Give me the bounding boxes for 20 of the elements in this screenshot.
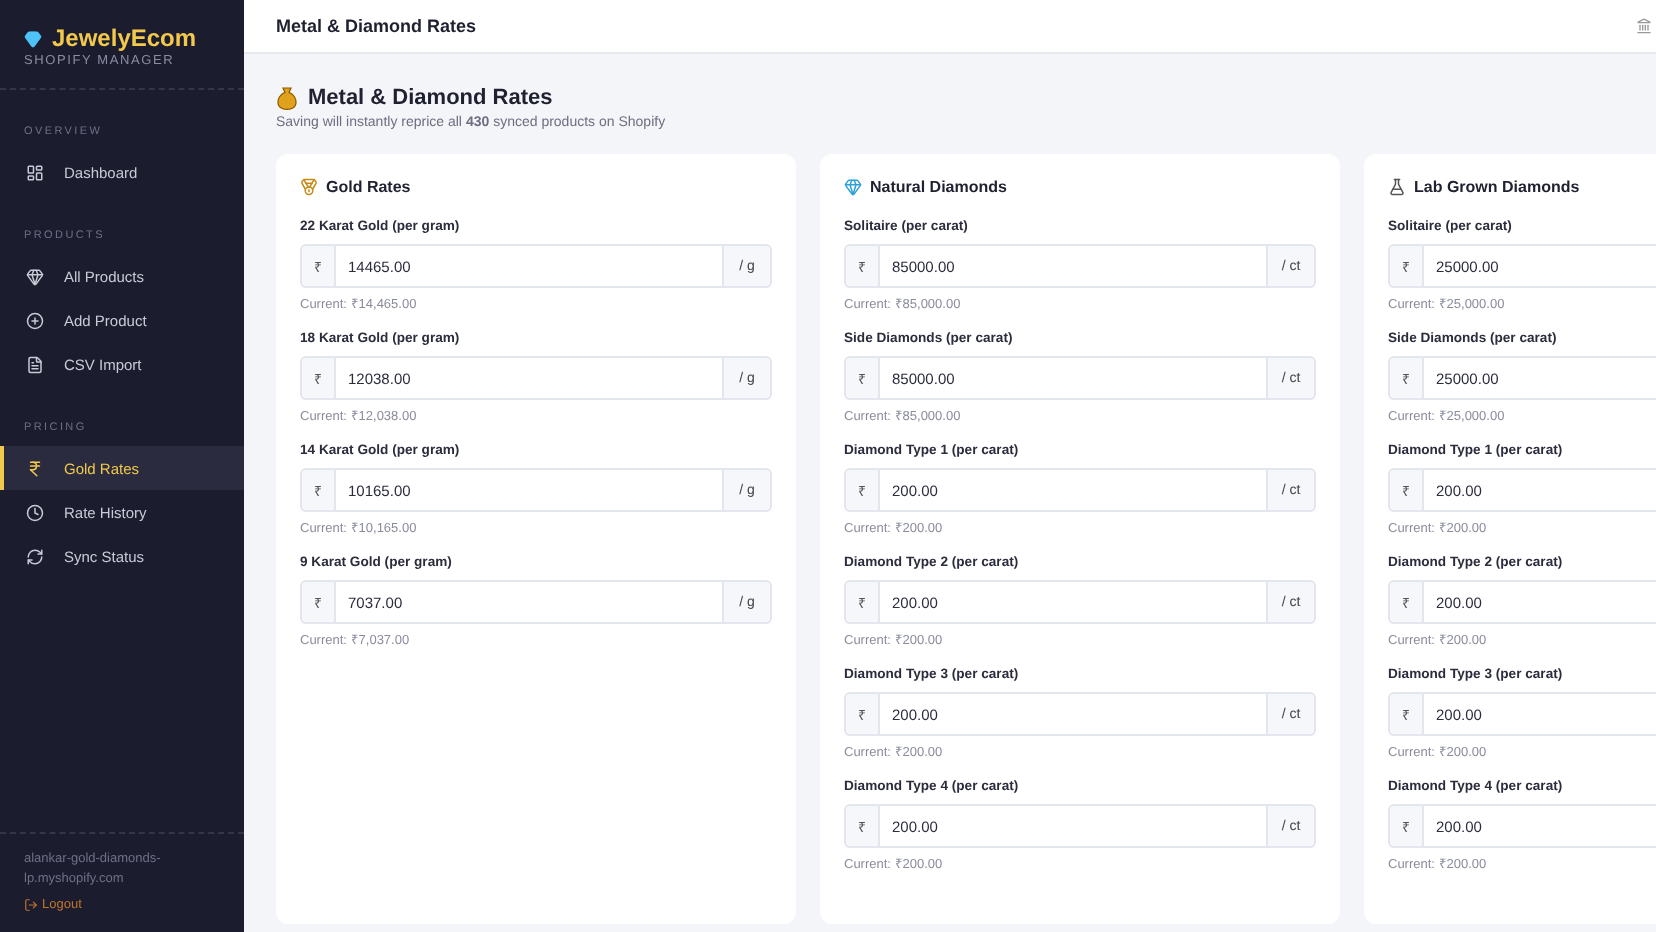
card-title: Natural Diamonds (870, 178, 1007, 196)
plus-icon (26, 311, 44, 329)
dashboard-icon (26, 163, 44, 181)
logout-icon (24, 898, 38, 912)
money-bag-icon (276, 86, 298, 110)
brand-name: JewelyEcom (52, 24, 197, 52)
bank-icon[interactable] (1636, 18, 1652, 34)
diamond-icon (26, 267, 44, 285)
card-title: Gold Rates (326, 178, 411, 196)
medal-icon (300, 178, 318, 196)
flask-icon (1388, 178, 1406, 196)
sync-icon (26, 547, 44, 565)
rupee-icon (26, 459, 44, 477)
file-icon (26, 355, 44, 373)
diamond-icon (24, 29, 42, 47)
diamond-icon (844, 178, 862, 196)
header-title: Metal & Diamond Rates (276, 16, 477, 36)
page-title: Metal & Diamond Rates (308, 86, 553, 110)
card-title: Lab Grown Diamonds (1414, 178, 1580, 196)
clock-icon (26, 503, 44, 521)
